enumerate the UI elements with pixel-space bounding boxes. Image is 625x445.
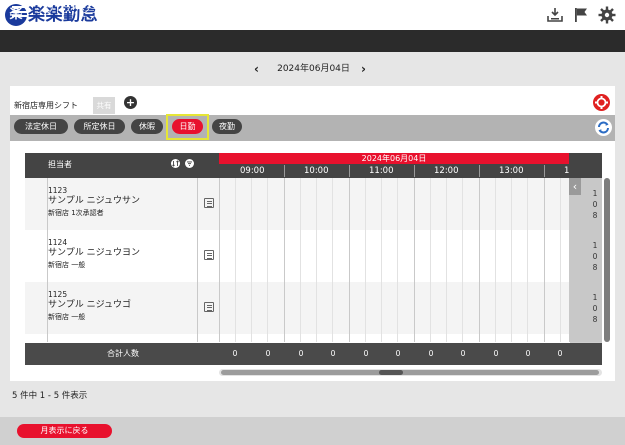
add-tab-button[interactable]: + <box>124 96 137 109</box>
hour-label: 1 <box>564 166 570 176</box>
summary-value: 1 <box>592 241 598 250</box>
hour-label: 11:00 <box>369 166 394 176</box>
back-to-month-view-button[interactable]: 月表示に戻る <box>17 424 112 438</box>
table-row[interactable] <box>25 334 570 343</box>
previous-date-button[interactable]: ‹ <box>254 62 259 76</box>
flag-icon[interactable] <box>572 7 590 23</box>
refresh-icon[interactable] <box>595 119 612 136</box>
hour-divider <box>544 165 545 177</box>
collapse-column-button[interactable]: ‹ <box>569 178 581 195</box>
grid-line <box>397 178 398 342</box>
grid-line <box>430 178 431 342</box>
total-cell: 0 <box>395 349 401 358</box>
total-cell: 0 <box>493 349 499 358</box>
grid-line <box>332 178 333 342</box>
hour-divider <box>479 165 480 177</box>
selected-filter-highlight <box>166 114 209 140</box>
grid-line <box>197 178 198 342</box>
grid-line <box>511 178 512 342</box>
employee-id: 1125 <box>48 290 68 299</box>
title-bar <box>0 30 625 52</box>
grid-line <box>365 178 366 342</box>
employee-department: 新宿店 一般 <box>48 261 86 269</box>
employee-id: 1123 <box>48 186 68 195</box>
panel-settings-icon[interactable] <box>593 94 610 111</box>
grid-line <box>251 178 252 342</box>
grid-line <box>284 178 285 342</box>
grid-line <box>47 178 48 342</box>
inbox-download-icon[interactable] <box>546 7 564 23</box>
filter-leave[interactable]: 休暇 <box>131 119 163 134</box>
grid-line <box>446 178 447 342</box>
summary-value: 0 <box>592 252 598 261</box>
total-cell: 0 <box>460 349 466 358</box>
grid-line <box>495 178 496 342</box>
document-icon[interactable] <box>204 302 214 312</box>
grid-line <box>349 178 350 342</box>
gear-icon[interactable] <box>598 6 616 24</box>
total-cell: 0 <box>363 349 369 358</box>
grid-line <box>527 178 528 342</box>
total-cell: 0 <box>330 349 336 358</box>
summary-value: 8 <box>592 211 598 220</box>
grid-line <box>300 178 301 342</box>
grid-line <box>414 178 415 342</box>
summary-value: 0 <box>592 200 598 209</box>
summary-value: 1 <box>592 293 598 302</box>
employee-department: 新宿店 一般 <box>48 313 86 321</box>
grid-line <box>479 178 480 342</box>
grid-line <box>316 178 317 342</box>
hour-label: 10:00 <box>304 166 329 176</box>
summary-value: 1 <box>592 189 598 198</box>
document-icon[interactable] <box>204 198 214 208</box>
current-date: 2024年06月04日 <box>277 64 350 74</box>
horizontal-scrollbar-grip[interactable] <box>379 370 403 375</box>
total-cell: 0 <box>525 349 531 358</box>
total-cell: 0 <box>428 349 434 358</box>
tab-shared[interactable]: 共有 <box>93 97 115 114</box>
total-cell: 0 <box>265 349 271 358</box>
hour-divider <box>349 165 350 177</box>
grid-line <box>267 178 268 342</box>
filter-night-shift[interactable]: 夜勤 <box>212 119 242 134</box>
grid-line <box>235 178 236 342</box>
grid-line <box>560 178 561 342</box>
result-count: 5 件中 1 - 5 件表示 <box>12 391 88 401</box>
page-title: シフトスケジュール <box>36 6 117 16</box>
hamburger-menu-icon[interactable] <box>12 6 28 17</box>
date-band: 2024年06月04日 <box>219 153 569 164</box>
hour-divider <box>284 165 285 177</box>
document-icon[interactable] <box>204 250 214 260</box>
hour-label: 13:00 <box>499 166 524 176</box>
vertical-scrollbar[interactable] <box>604 178 610 342</box>
horizontal-scrollbar[interactable] <box>221 370 599 375</box>
grid-line <box>219 178 220 342</box>
employee-name[interactable]: サンプル ニジュウゴ <box>48 300 131 311</box>
grid-line <box>544 178 545 342</box>
next-date-button[interactable]: › <box>361 62 366 76</box>
summary-value: 0 <box>592 304 598 313</box>
filter-icon[interactable] <box>185 159 194 168</box>
filter-prescribed-holiday[interactable]: 所定休日 <box>74 119 125 134</box>
total-cell: 0 <box>557 349 563 358</box>
grid-line <box>462 178 463 342</box>
total-cell: 0 <box>298 349 304 358</box>
grid-line <box>381 178 382 342</box>
employee-name[interactable]: サンプル ニジュウヨン <box>48 248 140 259</box>
filter-legal-holiday[interactable]: 法定休日 <box>14 119 68 134</box>
sort-icon[interactable] <box>171 159 180 168</box>
employee-name[interactable]: サンプル ニジュウサン <box>48 196 140 207</box>
tab-shift-pattern[interactable]: 新宿店専用シフト <box>12 97 89 114</box>
hour-label: 12:00 <box>434 166 459 176</box>
summary-value: 8 <box>592 263 598 272</box>
employee-department: 新宿店 1次承認者 <box>48 209 104 217</box>
employee-id: 1124 <box>48 238 68 247</box>
hour-divider <box>414 165 415 177</box>
hour-label: 09:00 <box>240 166 265 176</box>
total-cell: 0 <box>232 349 238 358</box>
summary-value: 8 <box>592 315 598 324</box>
total-label: 合計人数 <box>107 349 139 358</box>
